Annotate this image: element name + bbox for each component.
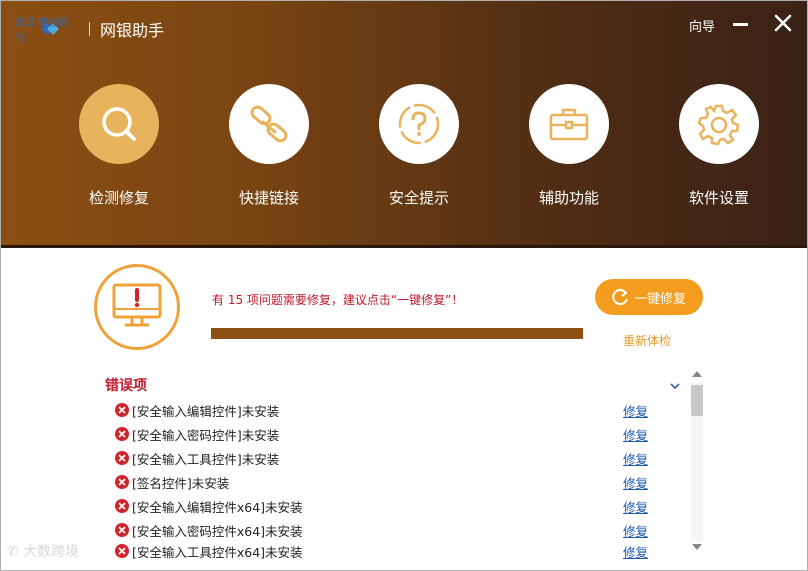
nav-label: 软件设置 (688, 189, 749, 207)
repair-link[interactable]: 修复 (623, 497, 648, 516)
minimize-button[interactable] (733, 23, 748, 26)
progress-bar (211, 328, 583, 339)
error-text: [安全输入编辑控件]未安装 (132, 403, 280, 419)
nav-quick-links[interactable]: 快捷链接 (209, 84, 329, 214)
error-text: [安全输入工具控件]未安装 (132, 451, 280, 467)
guide-button[interactable]: 向导 (689, 16, 715, 35)
error-text: [安全输入密码控件x64]未安装 (132, 523, 303, 539)
toolbox-icon (549, 108, 589, 141)
nav-circle (229, 84, 309, 164)
header: 建设 建设银行 网银助手 向导 检测修复 快捷链接 安全提示 辅助功能 软件设置 (1, 1, 807, 248)
error-icon (115, 544, 129, 558)
recheck-link[interactable]: 重新体检 (623, 332, 671, 349)
scroll-up-arrow[interactable] (692, 371, 702, 377)
scrollbar[interactable] (690, 371, 704, 557)
nav-circle (79, 84, 159, 164)
gear-icon (697, 104, 740, 146)
bank-logo: 建设 建设银行 网银助手 (15, 18, 165, 44)
repair-link[interactable]: 修复 (623, 521, 648, 540)
monitor-alert-icon (112, 283, 162, 327)
fix-all-label: 一键修复 (633, 291, 686, 307)
list-item: [安全输入编辑控件x64]未安装 修复 (115, 494, 655, 518)
close-icon (774, 14, 792, 32)
error-icon (115, 475, 129, 489)
nav-circle (679, 84, 759, 164)
repair-link[interactable]: 修复 (623, 449, 648, 468)
watermark-text: 大数跨境 (23, 544, 80, 560)
error-icon (115, 427, 129, 441)
refresh-icon (612, 289, 628, 306)
app-window: 建设 建设银行 网银助手 向导 检测修复 快捷链接 安全提示 辅助功能 软件设置… (0, 0, 808, 571)
nav-circle (379, 84, 459, 164)
list-item: [安全输入工具控件x64]未安装 修复 (115, 542, 655, 560)
error-list: [安全输入编辑控件]未安装 修复 [安全输入密码控件]未安装 修复 [安全输入工… (115, 398, 655, 560)
repair-link[interactable]: 修复 (623, 401, 648, 420)
link-icon (250, 105, 288, 143)
error-text: [安全输入密码控件]未安装 (132, 427, 280, 443)
nav-label: 辅助功能 (538, 189, 599, 207)
nav-circle (529, 84, 609, 164)
list-item: [签名控件]未安装 修复 (115, 470, 655, 494)
scroll-down-arrow[interactable] (692, 544, 702, 550)
error-icon (115, 499, 129, 513)
close-button[interactable] (774, 13, 792, 33)
repair-link[interactable]: 修复 (623, 425, 648, 444)
error-icon (115, 451, 129, 465)
error-section-title: 错误项 (105, 378, 147, 394)
scroll-thumb[interactable] (691, 385, 703, 416)
list-item: [安全输入密码控件]未安装 修复 (115, 422, 655, 446)
chevron-down-icon (670, 383, 680, 390)
collapse-button[interactable] (669, 376, 681, 395)
nav-label: 安全提示 (388, 189, 449, 207)
question-icon (398, 103, 440, 145)
bank-name: 建设 建设银行 (15, 18, 69, 44)
status-message: 有 15 项问题需要修复，建议点击“一键修复”！ (212, 293, 464, 307)
error-text: [安全输入工具控件x64]未安装 (132, 544, 303, 560)
error-text: [安全输入编辑控件x64]未安装 (132, 499, 303, 515)
error-icon (115, 523, 129, 537)
detection-panel: 有 15 项问题需要修复，建议点击“一键修复”！ 一键修复 重新体检 错误项 [… (1, 248, 807, 570)
search-icon (102, 107, 136, 141)
nav-detect-repair[interactable]: 检测修复 (59, 84, 179, 214)
list-item: [安全输入工具控件]未安装 修复 (115, 446, 655, 470)
status-icon (94, 264, 180, 350)
error-text: [签名控件]未安装 (132, 475, 230, 491)
nav-label: 检测修复 (88, 189, 149, 207)
fix-all-button[interactable]: 一键修复 (595, 279, 703, 315)
list-item: [安全输入编辑控件]未安装 修复 (115, 398, 655, 422)
title-separator (89, 22, 90, 36)
watermark: ✆ 大数跨境 (7, 541, 79, 561)
repair-link[interactable]: 修复 (623, 542, 648, 560)
nav-software-settings[interactable]: 软件设置 (659, 84, 779, 214)
error-icon (115, 403, 129, 417)
repair-link[interactable]: 修复 (623, 473, 648, 492)
list-item: [安全输入密码控件x64]未安装 修复 (115, 518, 655, 542)
app-title: 网银助手 (100, 21, 165, 40)
nav-aux-functions[interactable]: 辅助功能 (509, 84, 629, 214)
watermark-icon: ✆ (7, 544, 24, 560)
nav-security-tips[interactable]: 安全提示 (359, 84, 479, 214)
nav-label: 快捷链接 (238, 189, 299, 207)
